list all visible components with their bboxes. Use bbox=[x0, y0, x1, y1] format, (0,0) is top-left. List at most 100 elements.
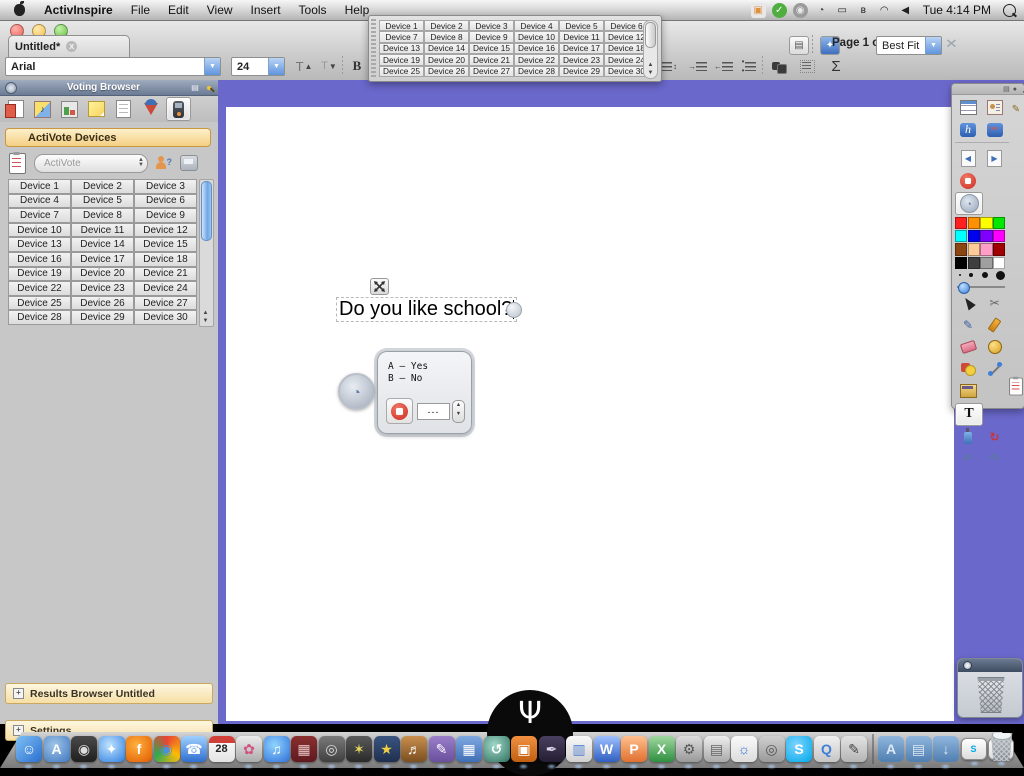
fill-tool-button[interactable] bbox=[982, 337, 1008, 358]
color-swatch[interactable] bbox=[980, 257, 992, 269]
dock-icon-folder-downloads[interactable]: ↓ bbox=[933, 736, 959, 762]
desktop-tools-button[interactable]: ✂ bbox=[982, 119, 1008, 140]
color-swatch[interactable] bbox=[980, 217, 992, 229]
popup-device-cell[interactable]: Device 14 bbox=[424, 43, 469, 54]
dock-icon-iweb[interactable]: ✶ bbox=[346, 736, 372, 762]
select-tool-button[interactable] bbox=[955, 293, 981, 314]
decrease-indent-button[interactable]: ← bbox=[712, 57, 734, 75]
dock-icon-folder-documents[interactable]: ▤ bbox=[906, 736, 932, 762]
text-style-button[interactable] bbox=[796, 57, 818, 75]
connector-tool-button[interactable] bbox=[982, 359, 1008, 380]
page-notes-button[interactable]: ▤ bbox=[789, 36, 809, 55]
action-browser-button[interactable] bbox=[139, 98, 162, 120]
popup-device-cell[interactable]: Device 21 bbox=[469, 54, 514, 65]
popup-device-cell[interactable]: Device 1 bbox=[379, 20, 424, 31]
menu-file[interactable]: File bbox=[122, 0, 159, 20]
popup-device-cell[interactable]: Device 4 bbox=[514, 20, 559, 31]
doc-icon[interactable]: ▤ bbox=[1003, 85, 1010, 93]
popup-device-cell[interactable]: Device 20 bbox=[424, 54, 469, 65]
volume-icon[interactable]: ◀ bbox=[898, 3, 913, 18]
device-cell[interactable]: Device 17 bbox=[71, 252, 134, 267]
dock-icon-word[interactable]: W bbox=[594, 736, 620, 762]
dock-icon-photo-booth[interactable]: ◎ bbox=[319, 736, 345, 762]
pin-icon[interactable] bbox=[204, 83, 214, 93]
device-table-scrollbar[interactable]: ▲ ▼ bbox=[199, 179, 214, 327]
color-swatch[interactable] bbox=[993, 243, 1005, 255]
color-swatch[interactable] bbox=[993, 217, 1005, 229]
device-cell[interactable]: Device 12 bbox=[134, 223, 197, 238]
color-swatch[interactable] bbox=[993, 230, 1005, 242]
insert-object-button[interactable] bbox=[768, 57, 790, 75]
voting-browser-button[interactable] bbox=[166, 97, 191, 121]
dropdown-arrow-icon[interactable]: ▼ bbox=[925, 37, 941, 54]
dock-icon-system-preferences[interactable]: ⚙ bbox=[676, 736, 702, 762]
apple-menu-icon[interactable] bbox=[14, 4, 25, 16]
device-cell[interactable]: Device 30 bbox=[134, 310, 197, 325]
browser-close-icon[interactable] bbox=[5, 82, 17, 94]
dock-icon-iphoto[interactable]: ✿ bbox=[236, 736, 262, 762]
popup-drag-handle[interactable] bbox=[371, 19, 376, 77]
eraser-tool-button[interactable] bbox=[955, 337, 981, 358]
popup-device-cell[interactable]: Device 9 bbox=[469, 31, 514, 42]
clipboard-icon[interactable] bbox=[9, 153, 26, 174]
dock-icon-skype[interactable]: S bbox=[786, 736, 812, 762]
popup-device-cell[interactable]: Device 2 bbox=[424, 20, 469, 31]
device-cell[interactable]: Device 27 bbox=[134, 296, 197, 311]
device-cell[interactable]: Device 16 bbox=[8, 252, 71, 267]
toolbox-clipboard-button[interactable] bbox=[1008, 376, 1024, 396]
popup-device-cell[interactable]: Device 29 bbox=[559, 66, 604, 77]
tab-close-icon[interactable]: x bbox=[66, 41, 77, 52]
previous-page-button[interactable]: ◀ bbox=[955, 148, 981, 169]
question-textbox[interactable]: Do you like school? bbox=[336, 297, 517, 322]
color-swatch[interactable] bbox=[955, 217, 967, 229]
dock-icon-ichat[interactable]: ☎ bbox=[181, 736, 207, 762]
popup-scroll-up-icon[interactable]: ▲ bbox=[644, 62, 657, 68]
menu-tools[interactable]: Tools bbox=[290, 0, 336, 20]
dropdown-arrow-icon[interactable]: ▼ bbox=[204, 58, 220, 75]
dock-icon-remote-app[interactable]: ◎ bbox=[759, 736, 785, 762]
tools-button[interactable]: ✂ bbox=[982, 293, 1008, 314]
device-cell[interactable]: Device 24 bbox=[134, 281, 197, 296]
page-trash-widget[interactable] bbox=[957, 658, 1023, 718]
device-type-select[interactable]: ActiVote ▲▼ bbox=[34, 154, 148, 173]
scrollbar-thumb[interactable] bbox=[201, 181, 212, 241]
device-cell[interactable]: Device 25 bbox=[8, 296, 71, 311]
popup-device-cell[interactable]: Device 25 bbox=[379, 66, 424, 77]
dock-icon-folder-applications[interactable]: A bbox=[878, 736, 904, 762]
popup-scrollbar-thumb[interactable] bbox=[645, 22, 656, 48]
dock-icon-dashboard[interactable]: ◉ bbox=[71, 736, 97, 762]
device-cell[interactable]: Device 22 bbox=[8, 281, 71, 296]
dock-icon-safari[interactable]: ✦ bbox=[99, 736, 125, 762]
popup-device-cell[interactable]: Device 23 bbox=[559, 54, 604, 65]
color-swatch[interactable] bbox=[980, 243, 992, 255]
property-browser-button[interactable] bbox=[112, 98, 135, 120]
color-swatch[interactable] bbox=[955, 230, 967, 242]
color-swatch[interactable] bbox=[968, 217, 980, 229]
dock-icon-powerpoint[interactable]: P bbox=[621, 736, 647, 762]
dock-icon-chrome[interactable]: ◉ bbox=[154, 736, 180, 762]
resource-browser-button[interactable]: ♪ bbox=[31, 98, 54, 120]
scroll-down-icon[interactable]: ▼ bbox=[200, 318, 211, 324]
bluetooth-icon[interactable]: ʙ bbox=[856, 3, 871, 18]
dock-icon-excel[interactable]: X bbox=[649, 736, 675, 762]
dock-icon-orange-box[interactable]: ▣ bbox=[511, 736, 537, 762]
toolbox-title-bar[interactable]: ▤ ● bbox=[952, 84, 1024, 95]
dock-icon-minimized-window-skype[interactable]: S bbox=[961, 738, 987, 760]
scroll-up-icon[interactable]: ▲ bbox=[200, 310, 211, 316]
device-cell[interactable]: Device 9 bbox=[134, 208, 197, 223]
popup-device-cell[interactable]: Device 5 bbox=[559, 20, 604, 31]
doc-icon[interactable]: ▤ bbox=[190, 83, 200, 93]
device-cell[interactable]: Device 23 bbox=[71, 281, 134, 296]
start-vote-round-button[interactable]: ◔ bbox=[338, 373, 375, 410]
start-vote-tool-button[interactable]: ◔ bbox=[955, 192, 983, 215]
device-cell[interactable]: Device 3 bbox=[134, 179, 197, 194]
sync-ok-icon[interactable]: ✓ bbox=[772, 3, 787, 18]
device-cell[interactable]: Device 7 bbox=[8, 208, 71, 223]
popup-device-cell[interactable]: Device 3 bbox=[469, 20, 514, 31]
device-cell[interactable]: Device 11 bbox=[71, 223, 134, 238]
popup-device-cell[interactable]: Device 19 bbox=[379, 54, 424, 65]
dock-icon-ink-pen[interactable]: ✒ bbox=[539, 736, 565, 762]
results-browser-header[interactable]: + Results Browser Untitled bbox=[5, 683, 213, 704]
device-cell[interactable]: Device 13 bbox=[8, 237, 71, 252]
device-cell[interactable]: Device 6 bbox=[134, 194, 197, 209]
